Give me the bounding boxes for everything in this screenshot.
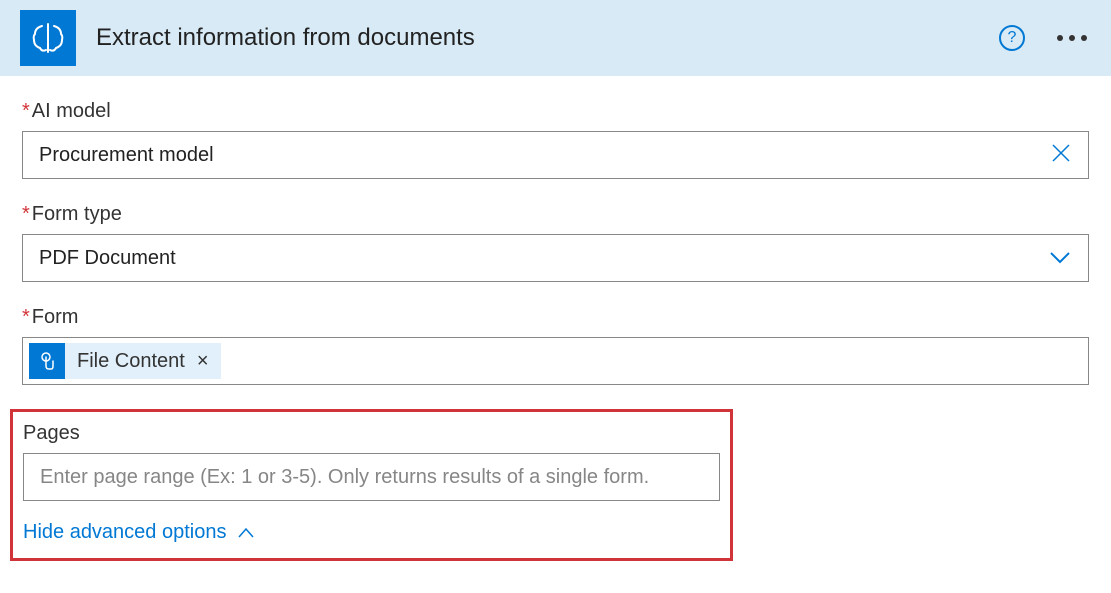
token-remove-icon[interactable]: × xyxy=(197,350,221,373)
action-title: Extract information from documents xyxy=(96,24,999,52)
form-body: *AI model Procurement model *Form type P… xyxy=(0,76,1111,585)
form-type-value: PDF Document xyxy=(39,247,1048,270)
pages-label: Pages xyxy=(23,422,720,445)
form-input[interactable]: File Content × xyxy=(22,337,1089,385)
form-type-label: *Form type xyxy=(22,203,1089,226)
tap-icon xyxy=(36,350,58,372)
chevron-down-icon[interactable] xyxy=(1048,246,1072,270)
ai-model-field: *AI model Procurement model xyxy=(22,100,1089,179)
ai-model-value: Procurement model xyxy=(39,144,1050,167)
form-field: *Form File Content × xyxy=(22,306,1089,385)
pages-highlight: Pages Hide advanced options xyxy=(10,409,733,561)
file-content-token[interactable]: File Content × xyxy=(29,343,221,379)
form-label: *Form xyxy=(22,306,1089,329)
form-type-select[interactable]: PDF Document xyxy=(22,234,1089,282)
form-type-field: *Form type PDF Document xyxy=(22,203,1089,282)
chevron-up-icon xyxy=(236,523,256,543)
help-icon[interactable]: ? xyxy=(999,25,1025,51)
hide-advanced-link[interactable]: Hide advanced options xyxy=(23,521,720,544)
action-icon xyxy=(20,10,76,66)
brain-icon xyxy=(28,18,68,58)
action-header: Extract information from documents ? xyxy=(0,0,1111,76)
hide-advanced-label: Hide advanced options xyxy=(23,521,226,544)
more-icon[interactable] xyxy=(1053,31,1091,45)
ai-model-label: *AI model xyxy=(22,100,1089,123)
token-label: File Content xyxy=(65,350,197,373)
ai-model-input[interactable]: Procurement model xyxy=(22,131,1089,179)
token-icon xyxy=(29,343,65,379)
clear-icon[interactable] xyxy=(1050,140,1072,171)
pages-input[interactable] xyxy=(23,453,720,501)
pages-field: Pages xyxy=(23,422,720,501)
